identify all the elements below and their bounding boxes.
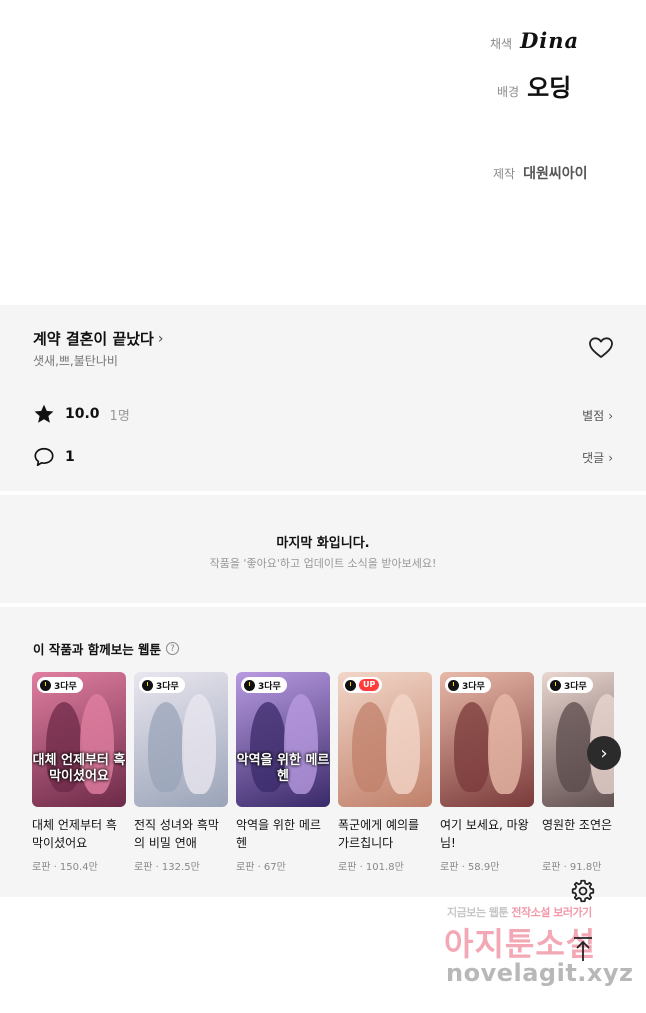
chevron-right-icon: ›	[157, 330, 164, 347]
series-title: 계약 결혼이 끝났다	[33, 330, 154, 348]
wait-free-badge: 3다무	[37, 677, 83, 693]
recommendation-heading: 이 작품과 함께보는 웹툰 ?	[33, 639, 180, 658]
gear-icon	[571, 879, 595, 903]
recommendation-carousel: 3다무 대체 언제부터 흑막이셨어요 대체 언제부터 흑막이셨어요 로판 · 150.…	[32, 672, 614, 882]
last-episode-title: 마지막 화입니다.	[276, 536, 370, 551]
webtoon-card[interactable]: UP 폭군에게 예의를 가르칩니다로판 · 101.8만	[338, 672, 432, 873]
episode-credits: 채색 Dina 배경 오딩 제작 대원씨아이	[0, 0, 646, 305]
up-badge: UP	[343, 677, 383, 693]
rating-link-label: 별점	[582, 409, 605, 423]
watermark-tagline-a: 지금보는 웹툰	[447, 906, 512, 919]
watermark: 지금보는 웹툰 전작소설 보러가기 아지툰소설 novelagit.xyz	[430, 901, 635, 1001]
credit-name: 오딩	[527, 74, 572, 102]
series-authors: 샛새,쁘,불탄나비	[33, 354, 118, 368]
like-button[interactable]	[588, 336, 614, 360]
star-icon	[34, 404, 54, 423]
credit-name: Dina	[520, 28, 580, 53]
webtoon-title: 전직 성녀와 흑막의 비밀 연애	[134, 818, 219, 850]
credit-production: 제작 대원씨아이	[493, 163, 588, 183]
clock-icon	[345, 679, 356, 691]
webtoon-title: 여기 보세요, 마왕님!	[440, 818, 529, 850]
character-art	[556, 702, 592, 792]
credit-background: 배경 오딩	[497, 68, 571, 103]
badge-label: 3다무	[54, 681, 77, 692]
wait-free-badge: 3다무	[547, 677, 593, 693]
comment-count: 1	[65, 449, 75, 465]
viewer-page: 채색 Dina 배경 오딩 제작 대원씨아이 계약 결혼이 끝났다 › 샛새,쁘…	[0, 0, 646, 1013]
webtoon-thumbnail: 3다무대체 언제부터 흑막이셨어요	[32, 672, 126, 807]
webtoon-meta: 로판 · 101.8만	[338, 862, 404, 873]
rating-count: 1명	[109, 408, 130, 424]
heart-icon	[589, 337, 613, 358]
webtoon-meta: 로판 · 91.8만	[542, 862, 602, 873]
webtoon-thumbnail: 3다무	[440, 672, 534, 807]
badge-label: 3다무	[564, 681, 587, 692]
series-title-link[interactable]: 계약 결혼이 끝났다 ›	[33, 328, 163, 349]
webtoon-card[interactable]: 3다무 악역을 위한 메르헨 악역을 위한 메르헨 로판 · 67만	[236, 672, 330, 873]
credit-role: 채색	[490, 37, 513, 51]
character-art	[148, 702, 184, 792]
webtoon-title: 영원한 조연은 다	[542, 818, 614, 832]
badge-label: 3다무	[156, 681, 179, 692]
last-episode-subtitle: 작품을 '좋아요'하고 업데이트 소식을 받아보세요!	[209, 557, 437, 570]
clock-icon	[448, 679, 459, 691]
webtoon-meta: 로판 · 132.5만	[134, 862, 200, 873]
rating-value: 10.0	[65, 406, 100, 422]
webtoon-title: 악역을 위한 메르헨	[236, 818, 321, 850]
badge-label: UP	[359, 679, 380, 691]
credit-name: 대원씨아이	[523, 166, 588, 182]
scroll-top-button[interactable]	[570, 935, 596, 963]
recommendation-heading-text: 이 작품과 함께보는 웹툰	[33, 642, 162, 657]
comment-link-label: 댓글	[582, 451, 605, 465]
webtoon-thumbnail: 3다무악역을 위한 메르헨	[236, 672, 330, 807]
character-art	[352, 702, 388, 792]
clock-icon	[40, 679, 51, 691]
webtoon-card[interactable]: 3다무 대체 언제부터 흑막이셨어요 대체 언제부터 흑막이셨어요 로판 · 150.…	[32, 672, 126, 873]
chevron-right-icon: ›	[600, 742, 608, 764]
watermark-tagline-b: 전작소설	[511, 906, 554, 919]
clock-icon	[244, 679, 255, 691]
chevron-right-icon: ›	[608, 450, 613, 465]
comment-link[interactable]: 댓글 ›	[582, 449, 613, 466]
watermark-url: novelagit.xyz	[446, 959, 634, 987]
character-art	[454, 702, 490, 792]
webtoon-thumbnail: 3다무	[134, 672, 228, 807]
comment-row: 1	[33, 446, 75, 468]
webtoon-card[interactable]: 3다무영원한 조연은 다로판 · 91.8만	[542, 672, 614, 873]
comment-icon	[34, 447, 54, 467]
webtoon-title: 대체 언제부터 흑막이셨어요	[32, 818, 117, 850]
wait-free-badge: 3다무	[139, 677, 185, 693]
webtoon-thumbnail: UP	[338, 672, 432, 807]
arrow-up-to-top-icon	[574, 937, 592, 961]
webtoon-card[interactable]: 3다무전직 성녀와 흑막의 비밀 연애로판 · 132.5만	[134, 672, 228, 873]
wait-free-badge: 3다무	[241, 677, 287, 693]
webtoon-meta: 로판 · 150.4만	[32, 862, 98, 873]
credit-role: 배경	[497, 85, 520, 99]
webtoon-title: 폭군에게 예의를 가르칩니다	[338, 818, 420, 850]
credit-color: 채색 Dina	[490, 28, 579, 53]
settings-button[interactable]	[565, 873, 601, 909]
webtoon-meta: 로판 · 58.9만	[440, 862, 500, 873]
thumbnail-title-art: 악역을 위한 메르헨	[236, 753, 330, 784]
chevron-right-icon: ›	[608, 408, 613, 423]
thumbnail-title-art: 대체 언제부터 흑막이셨어요	[32, 753, 126, 784]
rating-row: 10.0 1명	[33, 403, 130, 425]
rating-link[interactable]: 별점 ›	[582, 407, 613, 424]
badge-label: 3다무	[462, 681, 485, 692]
badge-label: 3다무	[258, 681, 281, 692]
webtoon-meta: 로판 · 67만	[236, 862, 286, 873]
webtoon-card[interactable]: 3다무여기 보세요, 마왕님! 로판 · 58.9만	[440, 672, 534, 873]
clock-icon	[550, 679, 561, 691]
character-art	[386, 694, 420, 794]
clock-icon	[142, 679, 153, 691]
character-art	[182, 694, 216, 794]
credit-role: 제작	[493, 167, 516, 181]
carousel-next-button[interactable]: ›	[587, 736, 621, 770]
help-icon[interactable]: ?	[166, 642, 180, 655]
wait-free-badge: 3다무	[445, 677, 491, 693]
character-art	[488, 694, 522, 794]
